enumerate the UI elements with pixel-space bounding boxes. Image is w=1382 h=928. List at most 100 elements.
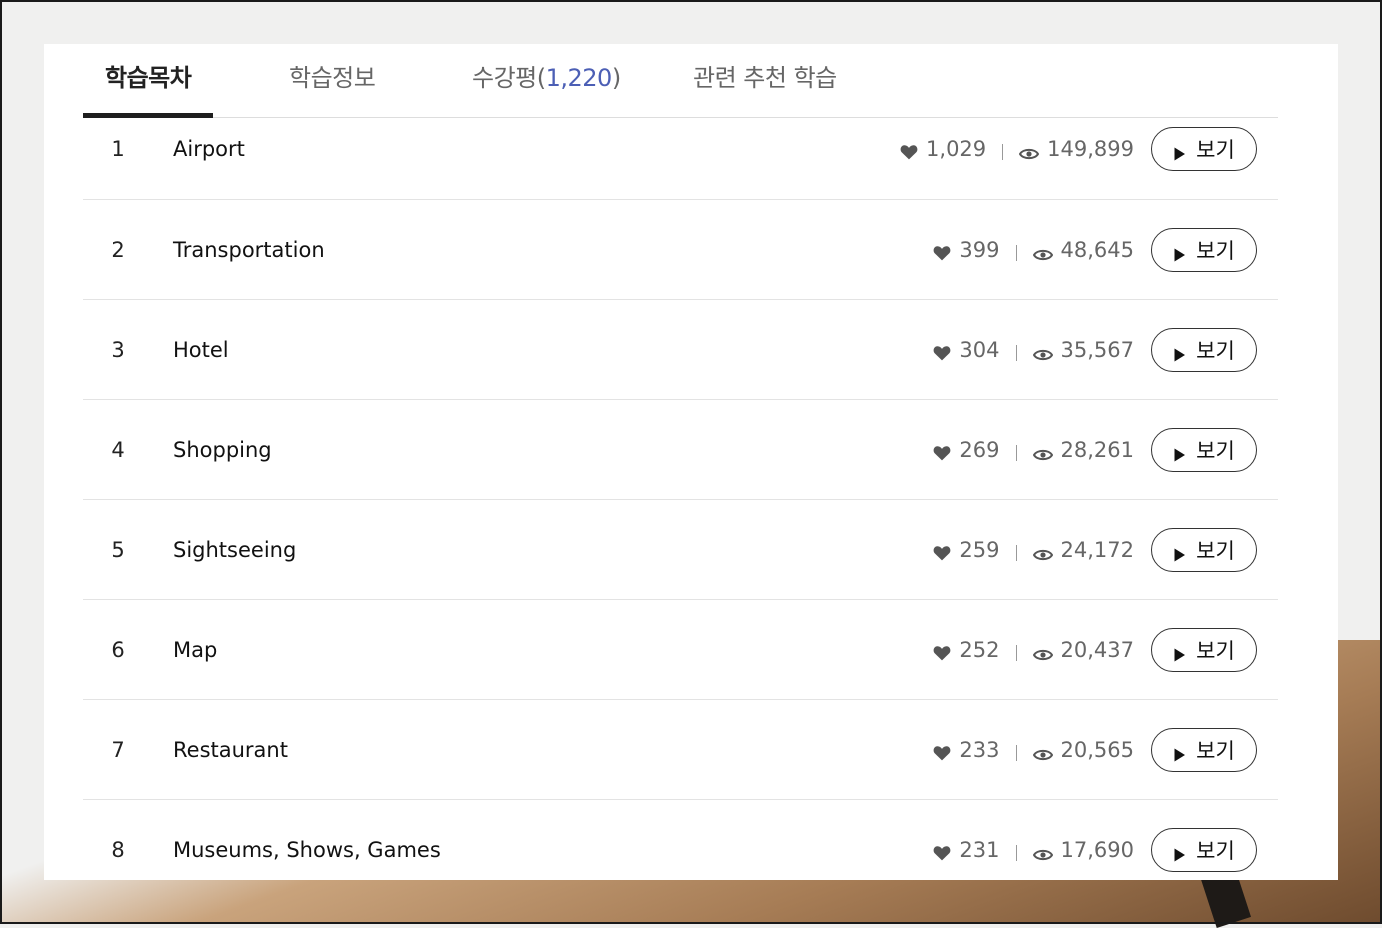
eye-icon xyxy=(1032,543,1053,560)
lesson-title[interactable]: Map xyxy=(173,638,217,662)
lesson-number: 2 xyxy=(111,237,125,262)
course-content-panel: 학습목차 학습정보 수강평(1,220) 관련 추천 학습 1 Airport 1,… xyxy=(44,44,1338,880)
play-icon xyxy=(1173,843,1186,861)
watch-button[interactable]: 보기 xyxy=(1151,427,1257,472)
lesson-row: 1 Airport 1,029 149,899 보기 xyxy=(83,118,1278,200)
watch-button[interactable]: 보기 xyxy=(1151,527,1257,572)
lesson-title[interactable]: Sightseeing xyxy=(173,538,296,562)
like-count: 231 xyxy=(959,837,1000,862)
watch-button[interactable]: 보기 xyxy=(1151,727,1257,772)
tab-label: 학습정보 xyxy=(289,64,376,92)
lesson-number: 1 xyxy=(111,137,125,161)
lesson-title[interactable]: Airport xyxy=(173,137,245,161)
lesson-stats: 259 24,172 xyxy=(933,538,1134,562)
watch-button-label: 보기 xyxy=(1196,138,1235,162)
heart-icon xyxy=(933,542,951,560)
watch-button-label: 보기 xyxy=(1196,438,1235,463)
eye-icon xyxy=(1032,643,1053,660)
play-icon xyxy=(1173,142,1186,161)
like-count: 304 xyxy=(959,337,1000,362)
tab-label: 관련 추천 학습 xyxy=(693,64,837,92)
eye-icon xyxy=(1019,142,1040,160)
watch-button-label: 보기 xyxy=(1196,338,1235,363)
lesson-stats: 399 48,645 xyxy=(933,238,1134,262)
tab-label: 수강평( xyxy=(472,64,546,92)
lesson-row: 4 Shopping 269 28,261 보기 xyxy=(83,400,1278,500)
lesson-title[interactable]: Hotel xyxy=(173,338,229,362)
watch-button[interactable]: 보기 xyxy=(1151,327,1257,372)
like-count: 1,029 xyxy=(926,137,987,161)
stats-divider xyxy=(1015,744,1017,761)
view-count: 48,645 xyxy=(1060,237,1134,262)
lesson-stats: 233 20,565 xyxy=(933,738,1134,762)
stats-divider xyxy=(1015,244,1017,261)
heart-icon xyxy=(933,842,951,860)
view-count: 149,899 xyxy=(1047,137,1134,161)
lesson-stats: 252 20,437 xyxy=(933,638,1134,662)
stats-divider xyxy=(1002,144,1004,160)
lesson-row: 3 Hotel 304 35,567 보기 xyxy=(83,300,1278,400)
heart-icon xyxy=(933,742,951,760)
like-count: 269 xyxy=(959,437,1000,462)
tab-bar: 학습목차 학습정보 수강평(1,220) 관련 추천 학습 xyxy=(82,44,1278,118)
eye-icon xyxy=(1032,243,1053,260)
lesson-title[interactable]: Restaurant xyxy=(173,738,288,762)
tab-label: 학습목차 xyxy=(105,64,192,92)
lesson-stats: 269 28,261 xyxy=(933,438,1134,462)
lesson-row: 7 Restaurant 233 20,565 보기 xyxy=(83,700,1278,800)
stats-divider xyxy=(1015,444,1017,461)
tab-reviews[interactable]: 수강평(1,220) xyxy=(472,58,621,117)
like-count: 399 xyxy=(959,237,1000,262)
heart-icon xyxy=(933,342,951,360)
lesson-row: 2 Transportation 399 48,645 보기 xyxy=(83,200,1278,300)
view-count: 20,565 xyxy=(1060,737,1134,762)
lesson-row: 8 Museums, Shows, Games 231 17,690 보기 xyxy=(83,800,1278,880)
tab-course-info[interactable]: 학습정보 xyxy=(289,58,376,117)
lesson-number: 7 xyxy=(111,737,125,762)
view-count: 35,567 xyxy=(1060,337,1134,362)
watch-button[interactable]: 보기 xyxy=(1151,627,1257,672)
lesson-stats: 231 17,690 xyxy=(933,838,1134,862)
watch-button-label: 보기 xyxy=(1196,238,1235,263)
like-count: 259 xyxy=(959,537,1000,562)
lesson-number: 3 xyxy=(111,337,125,362)
like-count: 233 xyxy=(959,737,1000,762)
watch-button-label: 보기 xyxy=(1196,538,1235,563)
view-count: 17,690 xyxy=(1060,837,1134,862)
tab-table-of-contents[interactable]: 학습목차 xyxy=(82,58,214,118)
tab-recommended[interactable]: 관련 추천 학습 xyxy=(693,58,837,117)
watch-button[interactable]: 보기 xyxy=(1151,827,1257,872)
watch-button[interactable]: 보기 xyxy=(1151,127,1257,171)
stats-divider xyxy=(1015,644,1017,661)
play-icon xyxy=(1173,643,1186,661)
heart-icon xyxy=(933,642,951,660)
lesson-title[interactable]: Transportation xyxy=(173,238,325,262)
stats-divider xyxy=(1015,544,1017,561)
stats-divider xyxy=(1015,344,1017,361)
view-count: 24,172 xyxy=(1060,537,1134,562)
like-count: 252 xyxy=(959,637,1000,662)
play-icon xyxy=(1173,543,1186,561)
eye-icon xyxy=(1032,743,1053,760)
lesson-row: 6 Map 252 20,437 보기 xyxy=(83,600,1278,700)
view-count: 28,261 xyxy=(1060,437,1134,462)
watch-button-label: 보기 xyxy=(1196,838,1235,863)
lesson-stats: 304 35,567 xyxy=(933,338,1134,362)
watch-button[interactable]: 보기 xyxy=(1151,227,1257,272)
lesson-stats: 1,029 149,899 xyxy=(900,137,1134,161)
heart-icon xyxy=(933,442,951,460)
lesson-number: 8 xyxy=(111,837,125,862)
heart-icon xyxy=(900,141,918,160)
lesson-title[interactable]: Shopping xyxy=(173,438,272,462)
play-icon xyxy=(1173,243,1186,261)
lesson-row: 5 Sightseeing 259 24,172 보기 xyxy=(83,500,1278,600)
tab-label-suffix: ) xyxy=(611,64,621,92)
lesson-title[interactable]: Museums, Shows, Games xyxy=(173,838,441,862)
lesson-list: 1 Airport 1,029 149,899 보기 2 Transportation 399… xyxy=(83,118,1278,880)
play-icon xyxy=(1173,443,1186,461)
watch-button-label: 보기 xyxy=(1196,638,1235,663)
play-icon xyxy=(1173,743,1186,761)
play-icon xyxy=(1173,343,1186,361)
review-count: 1,220 xyxy=(545,64,613,92)
lesson-number: 5 xyxy=(111,537,125,562)
